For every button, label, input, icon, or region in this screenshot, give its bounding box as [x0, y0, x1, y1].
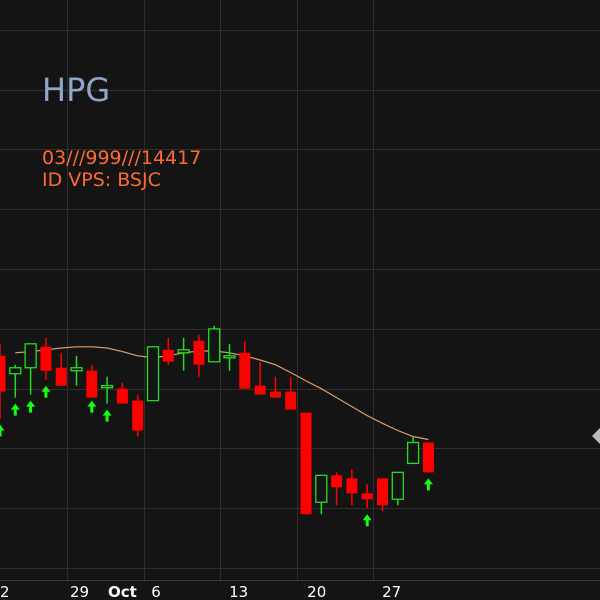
x-tick-label: 29 — [70, 583, 89, 600]
chart-title: HPG — [42, 71, 110, 109]
id-line: ID VPS: BSJC — [42, 169, 161, 191]
account-line: 03///999///14417 — [42, 147, 201, 169]
x-tick-label: 20 — [307, 583, 326, 600]
candle-body — [132, 400, 144, 431]
x-tick-label: 13 — [229, 583, 248, 600]
candle-body — [406, 441, 420, 465]
up-arrow-icon — [87, 400, 97, 413]
candle-body — [239, 352, 251, 389]
x-tick-label: 27 — [382, 583, 401, 600]
up-arrow-icon — [41, 385, 51, 398]
candles — [0, 325, 434, 515]
candle-body — [116, 388, 128, 404]
candle-body — [177, 349, 190, 354]
candle-body — [315, 474, 328, 503]
candle-body — [162, 349, 174, 362]
candle-body — [254, 385, 266, 395]
candle-body — [146, 346, 160, 402]
x-tick-label: 6 — [151, 583, 161, 600]
up-arrow-icon — [423, 478, 433, 491]
candle-body — [0, 355, 6, 392]
candlestick-chart: HPG 03///999///14417 ID VPS: BSJC 22 29 Oc… — [0, 0, 600, 600]
candle-body — [300, 412, 312, 515]
candle-body — [24, 343, 37, 369]
candle-body — [100, 385, 114, 389]
up-arrow-icon — [26, 400, 36, 413]
candle-body — [331, 475, 343, 488]
up-arrow-icon — [10, 403, 20, 416]
candle-body — [86, 370, 98, 398]
candle-body — [422, 442, 434, 473]
price-marker-icon[interactable] — [592, 428, 600, 444]
up-arrow-icon — [0, 424, 5, 437]
up-arrow-icon — [102, 409, 112, 422]
signal-arrows — [0, 385, 433, 527]
candle-body — [269, 391, 281, 398]
candle-body — [70, 367, 83, 372]
candle-body — [346, 478, 358, 494]
candle-body — [223, 355, 236, 359]
candle-body — [377, 478, 388, 506]
candle-body — [40, 346, 52, 371]
x-tick-label: Oct — [108, 583, 137, 600]
moving-average-line — [15, 346, 429, 441]
candle-body — [361, 493, 373, 500]
candle-body — [55, 367, 67, 386]
candle-body — [285, 391, 297, 410]
candle-body — [208, 328, 221, 363]
candle-body — [193, 340, 205, 365]
candle-body — [391, 471, 404, 500]
candle-body — [9, 367, 22, 375]
up-arrow-icon — [362, 514, 372, 527]
moving-average — [15, 346, 429, 441]
x-axis: 22 29 Oct 6 13 20 27 — [0, 583, 401, 600]
x-tick-label: 22 — [0, 583, 10, 600]
chart-panel: HPG 03///999///14417 ID VPS: BSJC 22 29 Oc… — [0, 0, 600, 600]
